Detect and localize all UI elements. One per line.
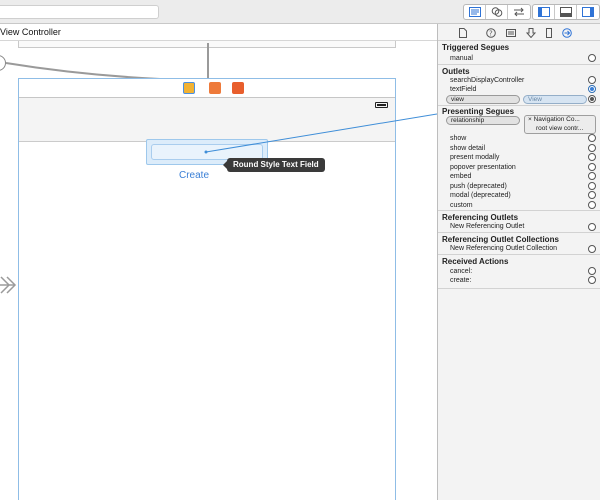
jump-bar: View Controller	[0, 24, 437, 41]
connection-circle-icon[interactable]	[588, 182, 596, 190]
connections-inspector-icon[interactable]	[561, 27, 572, 38]
exit-icon[interactable]	[232, 82, 244, 94]
new-referencing-outlet-collection-row: New Referencing Outlet Collection	[450, 245, 557, 252]
segue-row-manual: manual	[450, 55, 473, 62]
panels-segmented-control	[532, 4, 600, 20]
section-title: Referencing Outlets	[442, 213, 519, 222]
inspector-tab-bar: ?	[438, 24, 600, 41]
referencing-outlet-collections-section: Referencing Outlet Collections New Refer…	[438, 233, 600, 255]
relationship-sub-label: root view contr...	[536, 124, 584, 132]
segue-row-popover: popover presentation	[450, 164, 516, 171]
first-responder-icon[interactable]	[209, 82, 221, 94]
text-field-tooltip: Round Style Text Field	[223, 158, 325, 172]
outlet-row-textField: textField	[450, 86, 477, 93]
connection-circle-icon[interactable]	[588, 172, 596, 180]
segue-row-custom: custom	[450, 202, 473, 209]
view-controller-icon[interactable]	[183, 82, 195, 94]
segue-row-embed: embed	[450, 173, 472, 180]
size-inspector-icon[interactable]	[543, 27, 554, 38]
new-referencing-outlet-row: New Referencing Outlet	[450, 223, 525, 230]
utilities-panel-icon[interactable]	[577, 5, 599, 19]
connection-circle-icon[interactable]	[588, 134, 596, 142]
segue-row-relationship[interactable]: relationship	[446, 116, 520, 125]
section-title: Referencing Outlet Collections	[442, 235, 559, 244]
segue-icon[interactable]	[0, 55, 6, 71]
debug-panel-icon[interactable]	[555, 5, 577, 19]
section-title: Outlets	[442, 67, 470, 76]
segue-row-show-detail: show detail	[450, 145, 486, 152]
storyboard-canvas[interactable]: Create Round Style Text Field	[0, 41, 437, 500]
outlet-row-view[interactable]: view	[446, 95, 520, 104]
action-row-cancel: cancel:	[450, 268, 473, 275]
segue-row-present-modally: present modally	[450, 154, 500, 161]
connection-circle-icon[interactable]	[588, 76, 596, 84]
connection-circle-icon[interactable]	[588, 223, 596, 231]
search-field[interactable]	[0, 5, 159, 19]
section-title: Presenting Segues	[442, 107, 515, 116]
toolbar	[0, 0, 600, 24]
battery-icon	[375, 102, 388, 108]
segue-row-modal: modal (deprecated)	[450, 192, 511, 199]
attributes-inspector-icon[interactable]	[525, 27, 536, 38]
outlet-row-searchDisplayController: searchDisplayController	[450, 77, 525, 84]
outlets-section: Outlets searchDisplayController textFiel…	[438, 65, 600, 106]
segue-row-show: show	[450, 135, 467, 142]
connection-circle-icon[interactable]	[588, 163, 596, 171]
segue-row-push: push (deprecated)	[450, 183, 507, 190]
section-title: Received Actions	[442, 257, 509, 266]
connection-circle-icon[interactable]	[588, 54, 596, 62]
svg-text:?: ?	[489, 29, 493, 37]
scene-dock	[19, 79, 395, 98]
create-button[interactable]: Create	[179, 170, 209, 181]
connection-circle-icon[interactable]	[588, 245, 596, 253]
segue-connector-line	[207, 43, 209, 79]
standard-editor-icon[interactable]	[464, 5, 486, 19]
editor-mode-segmented-control	[463, 4, 531, 20]
connection-circle-icon[interactable]	[588, 191, 596, 199]
connection-circle-icon[interactable]	[588, 144, 596, 152]
navigator-panel-icon[interactable]	[533, 5, 555, 19]
section-title: Triggered Segues	[442, 43, 510, 52]
received-actions-section: Received Actions cancel: create:	[438, 255, 600, 289]
jump-bar-label[interactable]: View Controller	[0, 27, 61, 37]
triggered-segues-section: Triggered Segues manual	[438, 41, 600, 65]
connection-circle-icon[interactable]	[588, 276, 596, 284]
connection-circle-active-icon[interactable]	[588, 85, 596, 93]
entry-point-arrow-icon[interactable]	[0, 273, 20, 297]
view-controller-scene[interactable]: Create Round Style Text Field	[18, 78, 396, 500]
connections-inspector: ? Triggered Segues manual Outlets search…	[437, 24, 600, 500]
connection-circle-icon[interactable]	[588, 267, 596, 275]
version-editor-icon[interactable]	[508, 5, 530, 19]
connection-circle-filled-icon[interactable]	[588, 95, 596, 103]
identity-inspector-icon[interactable]	[505, 27, 516, 38]
relationship-target-label: Navigation Co...	[533, 116, 580, 123]
assistant-editor-icon[interactable]	[486, 5, 508, 19]
referencing-outlets-section: Referencing Outlets New Referencing Outl…	[438, 211, 600, 233]
navigation-bar	[19, 98, 395, 142]
connection-circle-icon[interactable]	[588, 153, 596, 161]
action-row-create: create:	[450, 277, 472, 284]
file-inspector-icon[interactable]	[457, 27, 468, 38]
connection-circle-icon[interactable]	[588, 201, 596, 209]
quick-help-icon[interactable]: ?	[485, 27, 496, 38]
outlet-view-connection-pill[interactable]: View	[523, 95, 587, 104]
relationship-connection-box[interactable]: × Navigation Co... root view contr...	[524, 115, 596, 134]
